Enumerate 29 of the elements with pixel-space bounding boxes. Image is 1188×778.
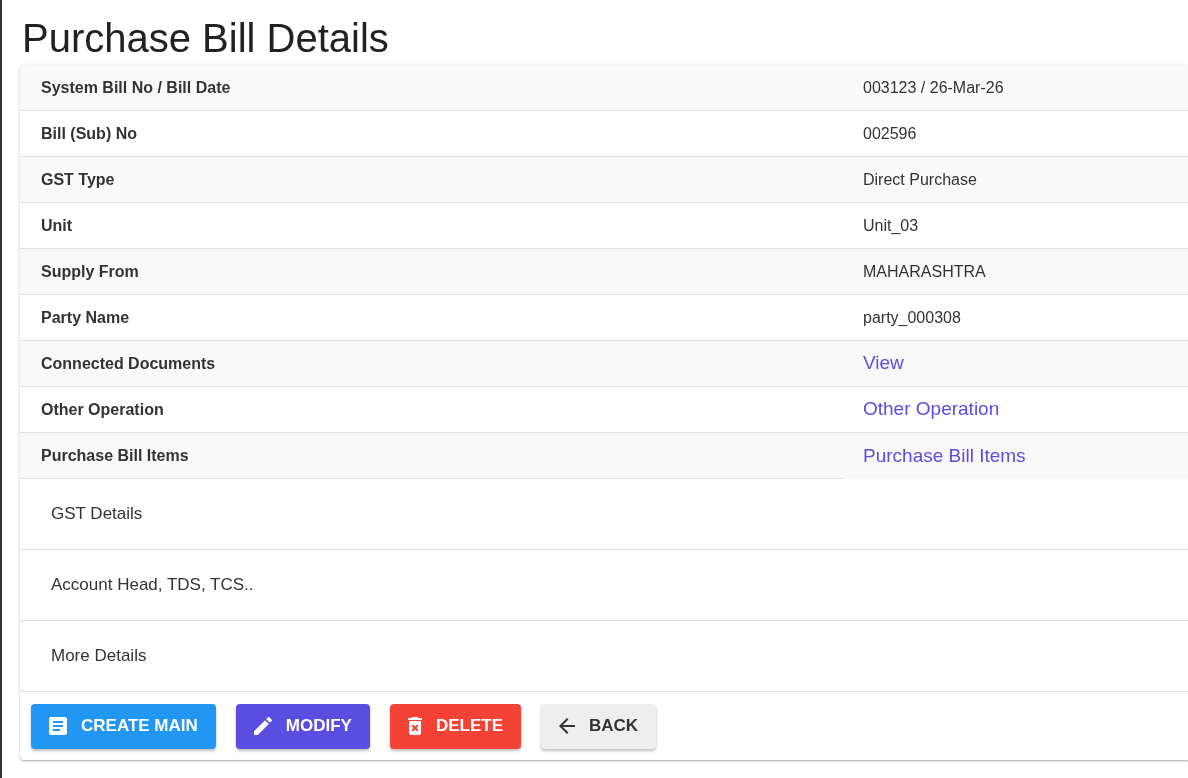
detail-label: Purchase Bill Items	[41, 445, 189, 466]
detail-value: Direct Purchase	[863, 169, 977, 190]
document-icon	[49, 717, 67, 735]
action-button[interactable]: CREATE MAIN	[31, 703, 216, 749]
action-button[interactable]: MODIFY	[235, 703, 370, 749]
detail-value: MAHARASHTRA	[863, 261, 986, 282]
accordion-section[interactable]: GST Details	[20, 479, 1188, 550]
action-button[interactable]: BACK	[540, 703, 657, 749]
link[interactable]: Other Operation	[863, 395, 1000, 424]
detail-label: Other Operation	[41, 399, 164, 420]
action-button[interactable]: DELETE	[389, 703, 521, 749]
detail-label: Supply From	[41, 261, 139, 282]
detail-value: 003123 / 26-Mar-26	[863, 77, 1004, 98]
detail-label: GST Type	[41, 169, 115, 190]
detail-label: Party Name	[41, 307, 130, 328]
arrow-left-icon	[558, 718, 575, 734]
page-title: Purchase Bill Details	[22, 15, 389, 62]
link[interactable]: View	[863, 349, 904, 378]
pencil-icon	[253, 717, 272, 735]
detail-label: Connected Documents	[41, 353, 216, 374]
detail-value: Unit_03	[863, 215, 919, 236]
accordion-section[interactable]: Account Head, TDS, TCS..	[20, 550, 1188, 621]
detail-label: System Bill No / Bill Date	[41, 77, 231, 98]
detail-label: Unit	[41, 215, 73, 236]
trash-icon	[407, 717, 422, 735]
detail-value: party_000308	[863, 307, 961, 328]
detail-label: Bill (Sub) No	[41, 123, 137, 144]
detail-value: 002596	[863, 123, 917, 144]
accordion-section[interactable]: More Details	[20, 621, 1188, 692]
